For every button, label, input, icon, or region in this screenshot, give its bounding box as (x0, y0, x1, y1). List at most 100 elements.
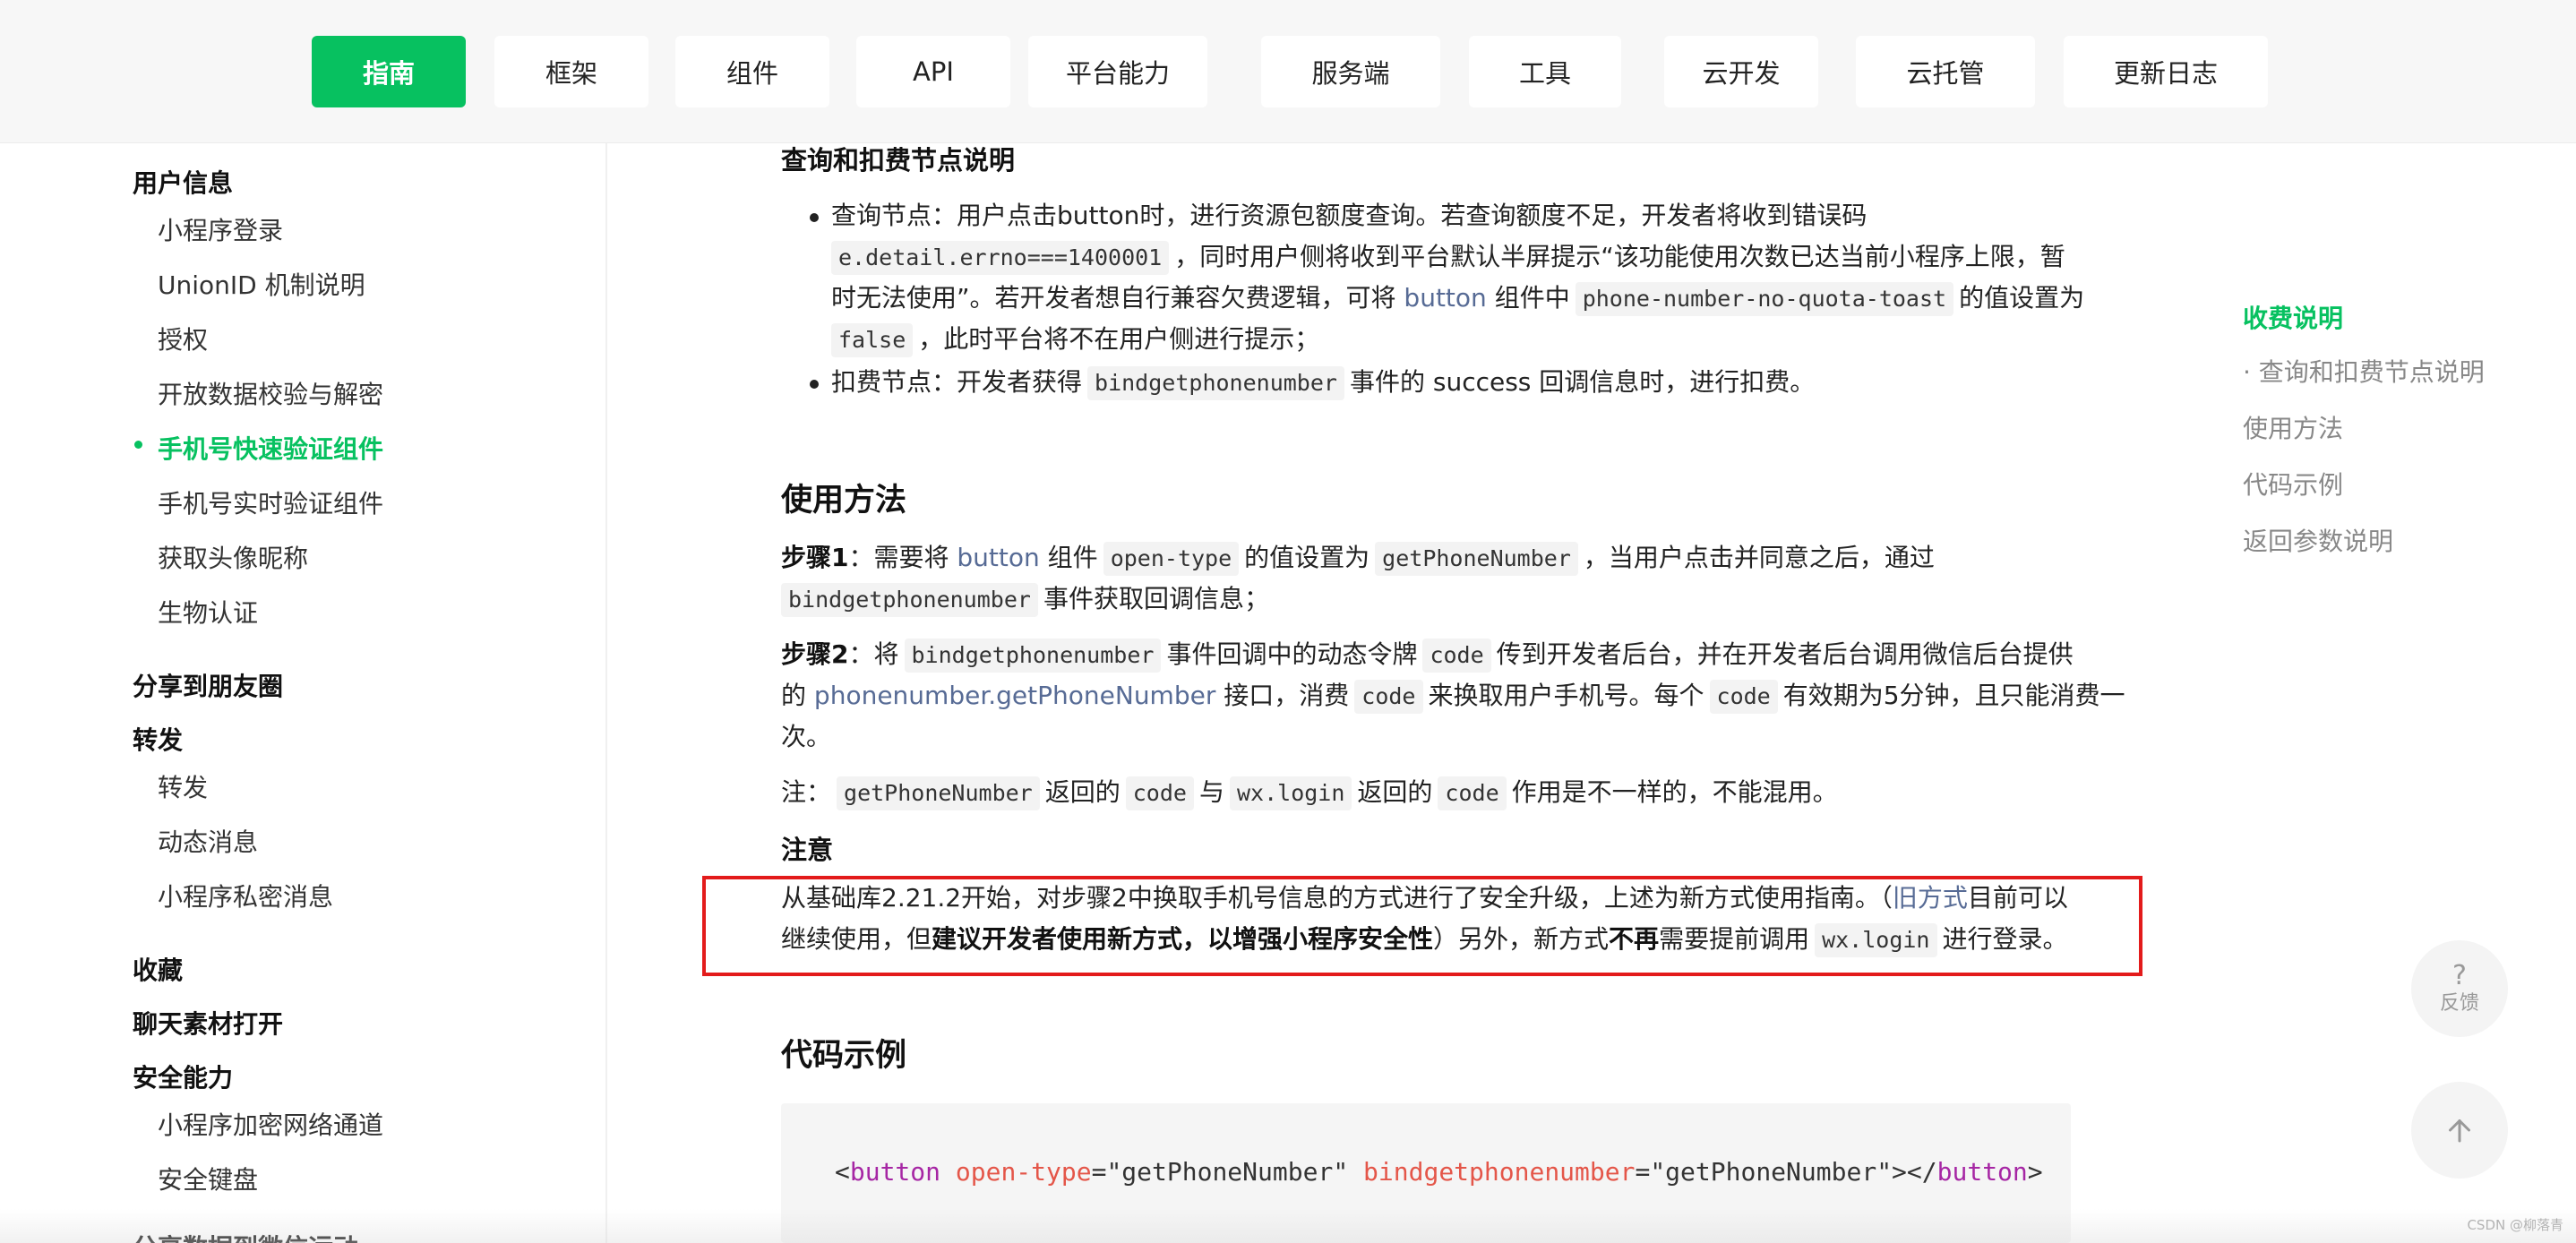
tab-changelog[interactable]: 更新日志 (2064, 36, 2268, 107)
tab-platform[interactable]: 平台能力 (1028, 36, 1207, 107)
text: ：需要将 (848, 543, 949, 572)
text: 从基础库2.21.2开始，对步骤2中换取手机号信息的方式进行了安全升级，上述为新… (781, 883, 1893, 913)
sidebar-item-login[interactable]: 小程序登录 (158, 211, 283, 247)
text: 注： (781, 777, 832, 807)
toc-item-query-billing[interactable]: · 查询和扣费节点说明 (2243, 353, 2485, 389)
sidebar-item-dynamic-message[interactable]: 动态消息 (158, 823, 258, 859)
bullet-query-line-4: false ，此时平台将不在用户侧进行提示； (831, 319, 1319, 360)
sidebar-group-favorite[interactable]: 收藏 (133, 951, 183, 987)
sidebar-item-authorize[interactable]: 授权 (158, 321, 208, 356)
tab-server[interactable]: 服务端 (1261, 36, 1440, 107)
sidebar-item-private-message[interactable]: 小程序私密消息 (158, 878, 333, 913)
text: 有效期为5分钟，且只能消费一 (1782, 681, 2125, 710)
step1-label: 步骤1 (781, 543, 849, 572)
text: 次。 (781, 722, 832, 751)
text: ，此时平台将不在用户侧进行提示； (918, 324, 1320, 354)
bullet-query-line-2: e.detail.errno===1400001 ，同时用户侧将收到平台默认半屏提… (831, 236, 2065, 278)
text: 传到开发者后台，并在开发者后台调用微信后台提供 (1496, 639, 2074, 669)
get-phone-number-api-link[interactable]: phonenumber.getPhoneNumber (814, 681, 1215, 710)
toc-item-billing[interactable]: 收费说明 (2243, 299, 2343, 335)
code-punct: > (2027, 1157, 2043, 1187)
text: ，当用户点击并同意之后，通过 (1583, 543, 1935, 572)
text: ：将 (848, 639, 899, 669)
attention-title: 注意 (781, 835, 834, 865)
button-doc-link[interactable]: button (957, 543, 1039, 572)
sidebar-item-avatar-nickname[interactable]: 获取头像昵称 (158, 539, 308, 575)
top-navigation: 指南 框架 组件 API 平台能力 服务端 工具 云开发 云托管 更新日志 (0, 0, 2576, 143)
step1-line-1: 步骤1：需要将 button 组件 open-type 的值设置为 getPhoneN… (781, 537, 1935, 579)
bold-text: 不再 (1609, 924, 1660, 954)
sidebar-item-secure-keyboard[interactable]: 安全键盘 (158, 1161, 258, 1196)
old-method-link[interactable]: 旧方式 (1893, 883, 1968, 913)
sidebar-group-user-info[interactable]: 用户信息 (133, 164, 233, 200)
tab-cloud-hosting[interactable]: 云托管 (1856, 36, 2035, 107)
feedback-button[interactable]: ? 反馈 (2411, 940, 2508, 1037)
text: 进行登录。 (1942, 924, 2068, 954)
text: 作用是不一样的，不能混用。 (1511, 777, 1838, 807)
text: 与 (1198, 777, 1224, 807)
sidebar-group-security[interactable]: 安全能力 (133, 1059, 233, 1094)
step2-label: 步骤2 (781, 639, 849, 669)
text: 时无法使用”。若开发者想自行兼容欠费逻辑，可将 (831, 283, 1396, 313)
code-punct: ></ (1892, 1157, 1937, 1187)
button-doc-link[interactable]: button (1404, 283, 1486, 313)
text: 的 (781, 681, 807, 710)
sidebar-group-chat-material[interactable]: 聊天素材打开 (133, 1005, 283, 1041)
step2-line-3: 次。 (781, 716, 831, 758)
tab-components[interactable]: 组件 (675, 36, 829, 107)
tab-cloud-dev[interactable]: 云开发 (1664, 36, 1818, 107)
inline-code: phone-number-no-quota-toast (1575, 282, 1954, 316)
text: 接口，消费 (1224, 681, 1350, 710)
attention-line-1: 从基础库2.21.2开始，对步骤2中换取手机号信息的方式进行了安全升级，上述为新… (781, 878, 2068, 919)
text: 事件获取回调信息； (1043, 584, 1269, 613)
code-attr: bindgetphonenumber (1363, 1157, 1636, 1187)
inline-code: code (1125, 776, 1194, 810)
sidebar (0, 143, 605, 1243)
inline-code: bindgetphonenumber (1087, 366, 1344, 400)
tab-guide[interactable]: 指南 (312, 36, 466, 107)
sidebar-item-phone-quick-verify[interactable]: 手机号快速验证组件 (158, 430, 383, 466)
toc-item-return-params[interactable]: 返回参数说明 (2243, 522, 2393, 558)
text: 开发者获得 (957, 367, 1083, 397)
tab-framework[interactable]: 框架 (494, 36, 648, 107)
code-tag: button (849, 1157, 941, 1187)
label-billing-node: 扣费节点： (831, 367, 957, 397)
code-attr: open-type (955, 1157, 1092, 1187)
sidebar-group-werun[interactable]: 分享数据到微信运动 (133, 1229, 358, 1243)
inline-code: wx.login (1815, 923, 1937, 957)
step1-line-2: bindgetphonenumber 事件获取回调信息； (781, 579, 1269, 620)
sidebar-divider (605, 143, 607, 1243)
sidebar-item-forward[interactable]: 转发 (158, 768, 208, 804)
text: 事件的 success 回调信息时，进行扣费。 (1349, 367, 1816, 397)
sidebar-item-encrypted-channel[interactable]: 小程序加密网络通道 (158, 1106, 383, 1142)
sidebar-group-moments[interactable]: 分享到朋友圈 (133, 667, 283, 703)
sidebar-item-biometric[interactable]: 生物认证 (158, 594, 258, 630)
tab-api[interactable]: API (856, 36, 1010, 107)
text: ）另外，新方式 (1433, 924, 1610, 954)
code-punct: < (835, 1157, 850, 1187)
toc-item-usage[interactable]: 使用方法 (2243, 409, 2343, 445)
text: 的值设置为 (1959, 283, 2085, 313)
bullet-query-line-1: 查询节点：用户点击button时，进行资源包额度查询。若查询额度不足，开发者将收… (831, 195, 1867, 236)
sidebar-item-phone-realtime-verify[interactable]: 手机号实时验证组件 (158, 484, 383, 520)
inline-code: getPhoneNumber (837, 776, 1040, 810)
sidebar-group-forward[interactable]: 转发 (133, 721, 183, 757)
label-query-node: 查询节点： (831, 201, 957, 230)
back-to-top-button[interactable] (2411, 1082, 2508, 1179)
sidebar-item-unionid[interactable]: UnionID 机制说明 (158, 266, 365, 302)
toc-item-code-example[interactable]: 代码示例 (2243, 466, 2343, 501)
inline-code: bindgetphonenumber (781, 583, 1038, 617)
bold-text: 建议开发者使用新方式，以增强小程序安全性 (932, 924, 1434, 954)
inline-code: code (1354, 680, 1423, 714)
bullet-billing-line: 扣费节点：开发者获得 bindgetphonenumber 事件的 success … (831, 362, 1815, 403)
question-icon: ? (2452, 960, 2467, 991)
section-title-usage: 使用方法 (781, 483, 907, 519)
active-indicator-dot (134, 441, 142, 449)
sidebar-item-open-data[interactable]: 开放数据校验与解密 (158, 375, 383, 411)
arrow-up-icon (2449, 1119, 2470, 1143)
inline-code: wx.login (1229, 776, 1352, 810)
inline-code: e.detail.errno===1400001 (831, 241, 1170, 275)
code-value: ="getPhoneNumber" (1091, 1157, 1349, 1187)
tab-tools[interactable]: 工具 (1469, 36, 1621, 107)
section-title-query-billing: 查询和扣费节点说明 (781, 145, 1016, 176)
